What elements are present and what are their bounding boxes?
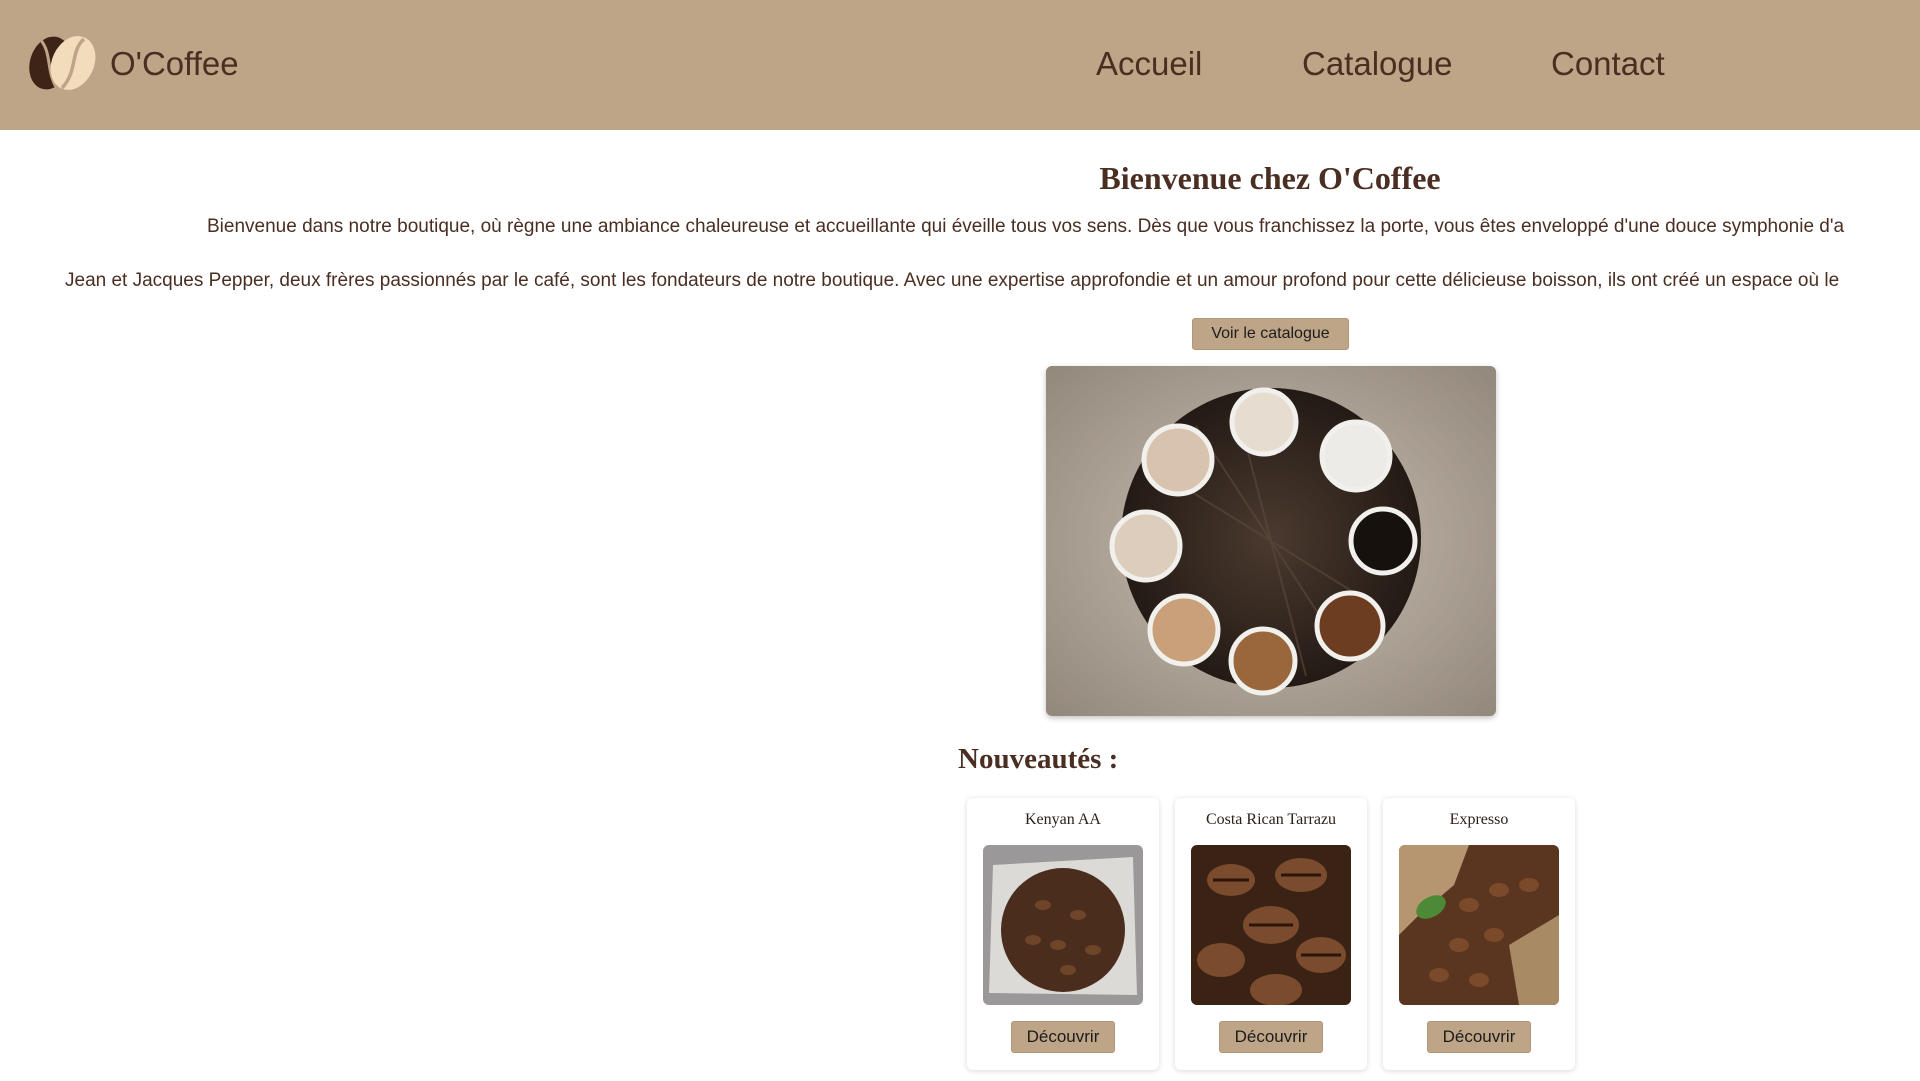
- brand-name[interactable]: O'Coffee: [110, 44, 239, 84]
- product-card-expresso: Expresso Découvrir: [1383, 798, 1575, 1070]
- product-card-kenyan-aa: Kenyan AA Découvrir: [967, 798, 1159, 1070]
- product-card-costa-rican-tarrazu: Costa Rican Tarrazu Découvrir: [1175, 798, 1367, 1070]
- coffee-beans-closeup-image: [1191, 845, 1351, 1005]
- new-products-title: Nouveautés :: [958, 743, 1119, 775]
- view-catalogue-button[interactable]: Voir le catalogue: [1192, 318, 1349, 350]
- coffee-beans-sack-image: [1399, 845, 1559, 1005]
- discover-button[interactable]: Découvrir: [1427, 1021, 1531, 1053]
- founders-text: Jean et Jacques Pepper, deux frères pass…: [65, 270, 1840, 291]
- intro-text: Bienvenue dans notre boutique, où règne …: [207, 216, 1845, 237]
- site-header: O'Coffee Accueil Catalogue Contact: [0, 0, 1920, 130]
- product-name: Kenyan AA: [1025, 811, 1101, 828]
- discover-button[interactable]: Découvrir: [1011, 1021, 1115, 1053]
- page-title: Bienvenue chez O'Coffee: [1099, 160, 1441, 196]
- discover-button[interactable]: Découvrir: [1219, 1021, 1323, 1053]
- product-name: Expresso: [1449, 811, 1509, 828]
- coffee-beans-bag-image: [983, 845, 1143, 1005]
- founders-paragraph: Jean et Jacques Pepper, deux frères pass…: [0, 268, 1920, 294]
- hero-coffee-cups-image: [1046, 366, 1496, 716]
- nav-link-catalogue[interactable]: Catalogue: [1302, 44, 1452, 84]
- nav-link-accueil[interactable]: Accueil: [1096, 44, 1202, 84]
- coffee-bean-logo-icon[interactable]: [26, 33, 98, 91]
- intro-paragraph: Bienvenue dans notre boutique, où règne …: [0, 214, 1920, 240]
- nav-link-contact[interactable]: Contact: [1551, 44, 1665, 84]
- product-name: Costa Rican Tarrazu: [1205, 811, 1337, 828]
